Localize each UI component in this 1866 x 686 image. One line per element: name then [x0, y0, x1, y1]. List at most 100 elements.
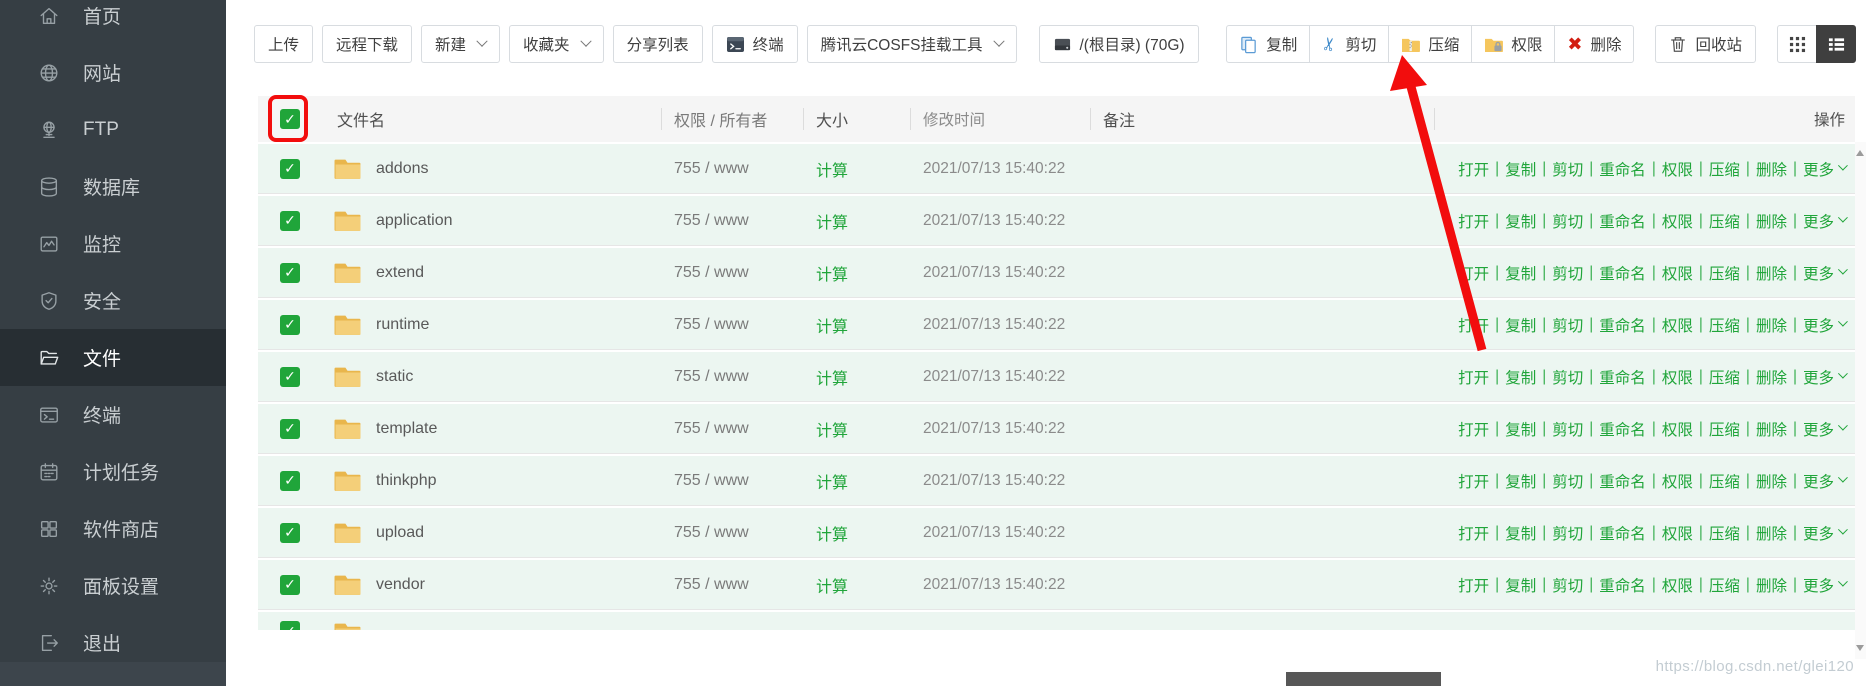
row-action-cut[interactable]: 剪切 — [1552, 574, 1583, 596]
row-action-permission[interactable]: 权限 — [1662, 522, 1693, 544]
file-name-link[interactable]: addons — [376, 160, 429, 178]
row-action-permission[interactable]: 权限 — [1662, 418, 1693, 440]
row-action-copy[interactable]: 复制 — [1505, 574, 1536, 596]
row-action-more[interactable]: 更多 — [1803, 158, 1834, 180]
row-action-cut[interactable]: 剪切 — [1552, 418, 1583, 440]
file-name-link[interactable]: template — [376, 420, 437, 438]
file-name-link[interactable]: vendor — [376, 576, 425, 594]
recycle-bin-button[interactable]: 回收站 — [1655, 25, 1756, 63]
row-action-compress[interactable]: 压缩 — [1709, 314, 1740, 336]
column-header-note[interactable]: 备注 — [1090, 96, 1434, 142]
row-action-rename[interactable]: 重命名 — [1599, 158, 1646, 180]
row-checkbox[interactable] — [280, 621, 300, 630]
size-calculate-link[interactable]: 计算 — [816, 209, 848, 233]
sidebar-item-settings[interactable]: 面板设置 — [0, 557, 226, 614]
row-action-copy[interactable]: 复制 — [1505, 366, 1536, 388]
size-calculate-link[interactable]: 计算 — [816, 417, 848, 441]
row-action-compress[interactable]: 压缩 — [1709, 210, 1740, 232]
row-action-more[interactable]: 更多 — [1803, 522, 1834, 544]
row-action-permission[interactable]: 权限 — [1662, 470, 1693, 492]
row-action-compress[interactable]: 压缩 — [1709, 158, 1740, 180]
row-action-more[interactable]: 更多 — [1803, 470, 1834, 492]
row-action-compress[interactable]: 压缩 — [1709, 522, 1740, 544]
row-action-cut[interactable]: 剪切 — [1552, 158, 1583, 180]
size-calculate-link[interactable]: 计算 — [816, 573, 848, 597]
sidebar-item-site[interactable]: 网站 — [0, 44, 226, 101]
toolbar-button-new[interactable]: 新建 — [421, 25, 500, 63]
file-name-link[interactable]: thinkphp — [376, 472, 437, 490]
row-action-delete[interactable]: 删除 — [1756, 522, 1787, 544]
row-action-compress[interactable]: 压缩 — [1709, 574, 1740, 596]
size-calculate-link[interactable]: 计算 — [816, 261, 848, 285]
row-action-rename[interactable]: 重命名 — [1599, 418, 1646, 440]
row-action-open[interactable]: 打开 — [1458, 470, 1489, 492]
file-name-link[interactable]: static — [376, 368, 413, 386]
sidebar-item-terminal[interactable]: 终端 — [0, 386, 226, 443]
row-action-delete[interactable]: 删除 — [1756, 574, 1787, 596]
row-action-delete[interactable]: 删除 — [1756, 314, 1787, 336]
row-action-delete[interactable]: 删除 — [1756, 418, 1787, 440]
row-action-copy[interactable]: 复制 — [1505, 418, 1536, 440]
row-checkbox[interactable] — [280, 471, 300, 491]
row-checkbox[interactable] — [280, 575, 300, 595]
toolbar-button-cut[interactable]: ✂剪切 — [1309, 25, 1389, 63]
row-action-cut[interactable]: 剪切 — [1552, 470, 1583, 492]
sidebar-item-security[interactable]: 安全 — [0, 272, 226, 329]
row-action-more[interactable]: 更多 — [1803, 210, 1834, 232]
row-checkbox[interactable] — [280, 523, 300, 543]
row-action-open[interactable]: 打开 — [1458, 522, 1489, 544]
row-action-cut[interactable]: 剪切 — [1552, 522, 1583, 544]
toolbar-button-upload[interactable]: 上传 — [254, 25, 313, 63]
toolbar-button-permission[interactable]: 权限 — [1471, 25, 1555, 63]
toolbar-button-remote-download[interactable]: 远程下载 — [322, 25, 412, 63]
row-action-delete[interactable]: 删除 — [1756, 470, 1787, 492]
toolbar-button-terminal[interactable]: 终端 — [712, 25, 798, 63]
row-action-open[interactable]: 打开 — [1458, 574, 1489, 596]
toolbar-button-favorites[interactable]: 收藏夹 — [509, 25, 604, 63]
row-action-rename[interactable]: 重命名 — [1599, 314, 1646, 336]
row-action-permission[interactable]: 权限 — [1662, 210, 1693, 232]
row-action-compress[interactable]: 压缩 — [1709, 366, 1740, 388]
row-action-delete[interactable]: 删除 — [1756, 366, 1787, 388]
row-checkbox[interactable] — [280, 419, 300, 439]
row-checkbox[interactable] — [280, 367, 300, 387]
file-name-link[interactable]: upload — [376, 524, 424, 542]
row-action-open[interactable]: 打开 — [1458, 262, 1489, 284]
toolbar-button-share-list[interactable]: 分享列表 — [613, 25, 703, 63]
row-action-cut[interactable]: 剪切 — [1552, 314, 1583, 336]
row-action-compress[interactable]: 压缩 — [1709, 262, 1740, 284]
row-action-permission[interactable]: 权限 — [1662, 262, 1693, 284]
row-action-rename[interactable]: 重命名 — [1599, 366, 1646, 388]
row-action-compress[interactable]: 压缩 — [1709, 418, 1740, 440]
row-action-rename[interactable]: 重命名 — [1599, 210, 1646, 232]
row-action-permission[interactable]: 权限 — [1662, 158, 1693, 180]
toolbar-button-copy[interactable]: 复制 — [1226, 25, 1310, 63]
size-calculate-link[interactable]: 计算 — [816, 313, 848, 337]
sidebar-item-monitor[interactable]: 监控 — [0, 215, 226, 272]
select-all-checkbox[interactable] — [280, 109, 300, 129]
size-calculate-link[interactable]: 计算 — [816, 521, 848, 545]
row-checkbox[interactable] — [280, 315, 300, 335]
row-action-copy[interactable]: 复制 — [1505, 470, 1536, 492]
file-name-link[interactable]: extend — [376, 264, 424, 282]
row-checkbox[interactable] — [280, 263, 300, 283]
column-header-mtime[interactable]: 修改时间 — [910, 96, 1090, 142]
row-checkbox[interactable] — [280, 211, 300, 231]
scroll-down-icon[interactable] — [1856, 645, 1864, 651]
sidebar-item-cron[interactable]: 计划任务 — [0, 443, 226, 500]
size-calculate-link[interactable]: 计算 — [816, 469, 848, 493]
row-action-copy[interactable]: 复制 — [1505, 210, 1536, 232]
file-name-link[interactable]: application — [376, 212, 453, 230]
row-action-more[interactable]: 更多 — [1803, 366, 1834, 388]
row-action-copy[interactable]: 复制 — [1505, 522, 1536, 544]
row-action-more[interactable]: 更多 — [1803, 418, 1834, 440]
row-action-cut[interactable]: 剪切 — [1552, 210, 1583, 232]
sidebar-item-ftp[interactable]: FTP — [0, 101, 226, 158]
toolbar-button-compress[interactable]: 压缩 — [1388, 25, 1472, 63]
row-action-permission[interactable]: 权限 — [1662, 314, 1693, 336]
sidebar-item-home[interactable]: 首页 — [0, 0, 226, 44]
row-action-more[interactable]: 更多 — [1803, 574, 1834, 596]
row-action-rename[interactable]: 重命名 — [1599, 262, 1646, 284]
size-calculate-link[interactable]: 计算 — [816, 157, 848, 181]
toolbar-button-cosfs[interactable]: 腾讯云COSFS挂载工具 — [807, 25, 1017, 63]
